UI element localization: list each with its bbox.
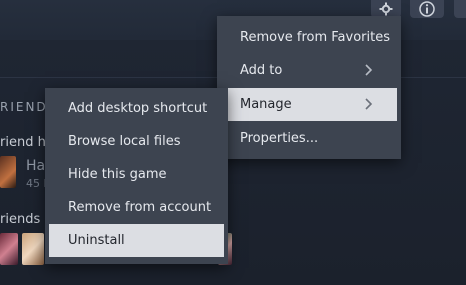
submenu-item-label: Hide this game xyxy=(68,167,167,182)
menu-item-label: Add to xyxy=(240,63,283,78)
toolbar-edge-button[interactable] xyxy=(454,0,466,18)
submenu-item-browse-local-files[interactable]: Browse local files xyxy=(49,125,224,158)
info-icon-glyph xyxy=(419,1,435,17)
chevron-right-icon xyxy=(365,63,373,77)
menu-item-add-to[interactable]: Add to xyxy=(221,54,397,87)
submenu-item-label: Browse local files xyxy=(68,134,181,149)
chevron-right-icon xyxy=(365,97,373,111)
menu-item-label: Manage xyxy=(240,97,292,112)
submenu-item-label: Uninstall xyxy=(68,233,125,248)
menu-item-remove-from-favorites[interactable]: Remove from Favorites xyxy=(221,21,397,54)
submenu-item-add-desktop-shortcut[interactable]: Add desktop shortcut xyxy=(49,92,224,125)
info-icon[interactable] xyxy=(410,0,444,18)
submenu-item-remove-from-account[interactable]: Remove from account xyxy=(49,191,224,224)
manage-submenu: Add desktop shortcut Browse local files … xyxy=(45,88,228,264)
menu-item-label: Remove from Favorites xyxy=(240,30,390,45)
menu-item-manage[interactable]: Manage xyxy=(221,88,397,121)
friend-status: 45 l xyxy=(26,177,47,190)
submenu-item-hide-this-game[interactable]: Hide this game xyxy=(49,158,224,191)
friend-avatar[interactable] xyxy=(22,233,44,265)
gear-icon-glyph xyxy=(379,2,393,16)
menu-item-properties[interactable]: Properties... xyxy=(221,122,397,155)
context-menu: Remove from Favorites Add to Manage Prop… xyxy=(217,16,401,159)
submenu-item-uninstall[interactable]: Uninstall xyxy=(49,224,224,257)
submenu-item-label: Remove from account xyxy=(68,200,212,215)
menu-item-label: Properties... xyxy=(240,131,319,146)
friend-avatar[interactable] xyxy=(0,233,18,265)
submenu-item-label: Add desktop shortcut xyxy=(68,101,208,116)
friend-avatar[interactable] xyxy=(0,156,16,188)
